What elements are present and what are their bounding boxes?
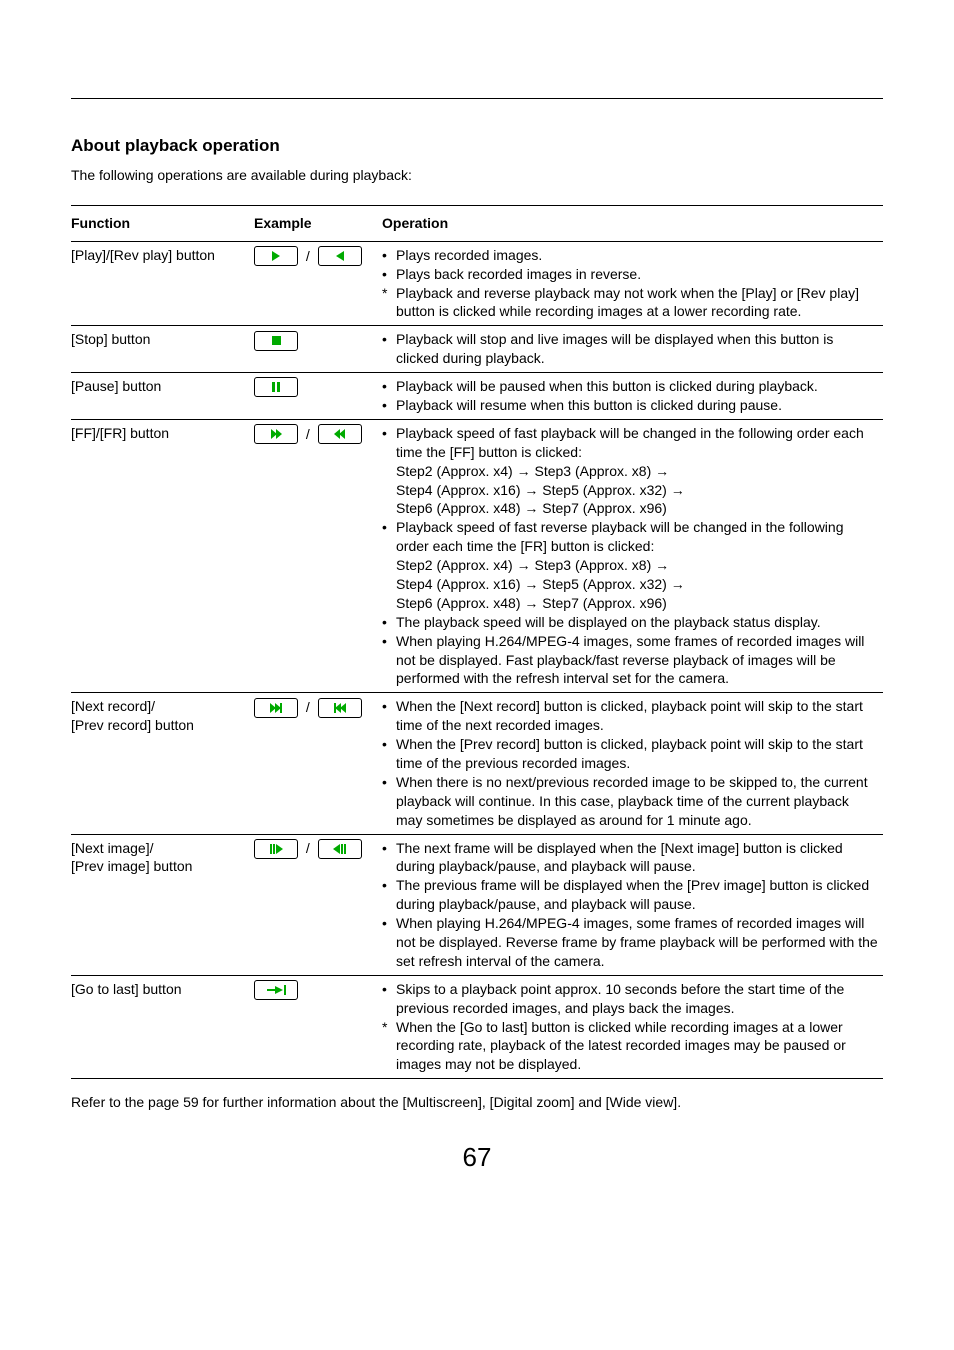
fn-go-to-last: [Go to last] button [71, 975, 254, 1078]
ex-stop [254, 326, 382, 373]
pause-icon [272, 382, 280, 392]
op-next-prev-record: •When the [Next record] button is clicke… [382, 693, 883, 834]
fn-ff-fr: [FF]/[FR] button [71, 419, 254, 692]
header-function: Function [71, 205, 254, 241]
table-row: [Go to last] button •Skips to a playback… [71, 975, 883, 1078]
table-row: [Next record]/ [Prev record] button / •W… [71, 693, 883, 834]
slash-sep: / [302, 247, 314, 266]
ex-pause [254, 373, 382, 420]
document-page: About playback operation The following o… [0, 0, 954, 1215]
fr-icon [335, 429, 345, 439]
operations-table: Function Example Operation [Play]/[Rev p… [71, 205, 883, 1079]
table-row: [Pause] button •Playback will be paused … [71, 373, 883, 420]
table-row: [Stop] button •Playback will stop and li… [71, 326, 883, 373]
prev-record-button-icon [318, 698, 362, 718]
next-image-button-icon [254, 839, 298, 859]
page-number: 67 [71, 1140, 883, 1175]
ff-icon [271, 429, 281, 439]
op-ff-fr: •Playback speed of fast playback will be… [382, 419, 883, 692]
slash-sep: / [302, 698, 314, 717]
revplay-icon [336, 251, 344, 261]
slash-sep: / [302, 839, 314, 858]
section-title: About playback operation [71, 135, 883, 158]
top-rule [71, 98, 883, 99]
next-record-button-icon [254, 698, 298, 718]
play-button-icon [254, 246, 298, 266]
slash-sep: / [302, 425, 314, 444]
footnote: Refer to the page 59 for further informa… [71, 1093, 883, 1112]
next-image-icon [270, 844, 283, 854]
table-row: [FF]/[FR] button / •Playback speed of fa… [71, 419, 883, 692]
ex-play-revplay: / [254, 241, 382, 326]
fn-next-prev-record: [Next record]/ [Prev record] button [71, 693, 254, 834]
fn-next-prev-image: [Next image]/ [Prev image] button [71, 834, 254, 975]
header-example: Example [254, 205, 382, 241]
op-pause: •Playback will be paused when this butto… [382, 373, 883, 420]
stop-icon [272, 336, 281, 345]
op-next-prev-image: •The next frame will be displayed when t… [382, 834, 883, 975]
fr-button-icon [318, 424, 362, 444]
prev-record-icon [334, 703, 346, 713]
intro-text: The following operations are available d… [71, 166, 883, 185]
fn-play-revplay: [Play]/[Rev play] button [71, 241, 254, 326]
table-row: [Play]/[Rev play] button / •Plays record… [71, 241, 883, 326]
table-row: [Next image]/ [Prev image] button / •The… [71, 834, 883, 975]
op-stop: •Playback will stop and live images will… [382, 326, 883, 373]
ex-next-prev-record: / [254, 693, 382, 834]
pause-button-icon [254, 377, 298, 397]
ex-ff-fr: / [254, 419, 382, 692]
ex-next-prev-image: / [254, 834, 382, 975]
ff-button-icon [254, 424, 298, 444]
ex-go-to-last [254, 975, 382, 1078]
prev-image-icon [333, 844, 346, 854]
op-play-revplay: •Plays recorded images. •Plays back reco… [382, 241, 883, 326]
op-go-to-last: •Skips to a playback point approx. 10 se… [382, 975, 883, 1078]
fn-pause: [Pause] button [71, 373, 254, 420]
go-to-last-button-icon [254, 980, 298, 1000]
stop-button-icon [254, 331, 298, 351]
fn-stop: [Stop] button [71, 326, 254, 373]
header-operation: Operation [382, 205, 883, 241]
next-record-icon [270, 703, 282, 713]
go-to-last-icon [267, 985, 286, 995]
prev-image-button-icon [318, 839, 362, 859]
revplay-button-icon [318, 246, 362, 266]
play-icon [272, 251, 280, 261]
